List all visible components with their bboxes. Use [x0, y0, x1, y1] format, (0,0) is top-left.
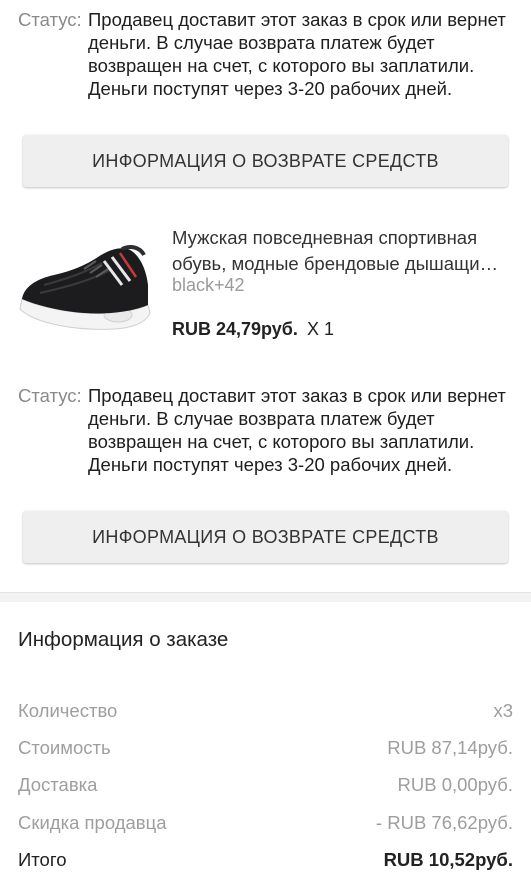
status-label: Статус: [18, 385, 82, 406]
order-row-label: Доставка [18, 774, 98, 795]
order-row-value: RUB 87,14руб. [387, 737, 513, 758]
order-row-value: RUB 0,00руб. [397, 774, 513, 795]
status-label: Статус: [18, 9, 82, 30]
order-total-value: RUB 10,52руб. [383, 849, 513, 870]
order-row-quantity: Количество x3 [18, 700, 513, 722]
status-text: Продавец доставит этот заказ в срок или … [88, 9, 506, 99]
product-title[interactable]: Мужская повседневная спортивная обувь, м… [172, 225, 517, 277]
order-info-title: Информация о заказе [18, 628, 229, 651]
sneaker-icon [19, 245, 151, 330]
status-text: Продавец доставит этот заказ в срок или … [88, 385, 506, 475]
order-row-cost: Стоимость RUB 87,14руб. [18, 737, 513, 759]
product-price-row: RUB 24,79руб. X 1 [172, 319, 334, 340]
order-row-shipping: Доставка RUB 0,00руб. [18, 774, 513, 796]
product-variant: black+42 [172, 275, 245, 295]
order-row-label: Количество [18, 700, 118, 721]
order-row-label: Скидка продавца [18, 812, 167, 833]
product-price: RUB 24,79руб. [172, 319, 298, 339]
sneaker-image[interactable] [14, 225, 154, 353]
order-row-value: x3 [493, 700, 513, 721]
order-row-label: Стоимость [18, 737, 111, 758]
product-item[interactable]: Мужская повседневная спортивная обувь, м… [0, 215, 531, 355]
product-quantity: X 1 [306, 319, 334, 339]
refund-info-button[interactable]: ИНФОРМАЦИЯ О ВОЗВРАТЕ СРЕДСТВ [23, 511, 508, 563]
section-divider [0, 592, 531, 602]
order-row-total: Итого RUB 10,52руб. [18, 849, 513, 871]
refund-info-button[interactable]: ИНФОРМАЦИЯ О ВОЗВРАТЕ СРЕДСТВ [23, 135, 508, 187]
order-row-value: - RUB 76,62руб. [375, 812, 513, 833]
order-row-seller-discount: Скидка продавца - RUB 76,62руб. [18, 812, 513, 834]
order-row-label: Итого [18, 849, 67, 870]
